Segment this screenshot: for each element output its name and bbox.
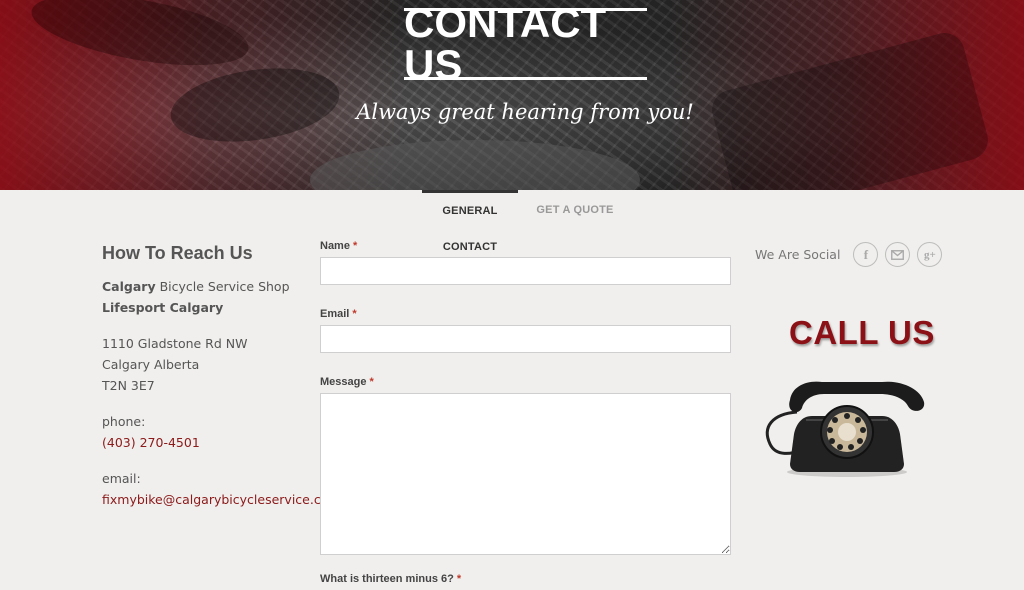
address-postal-code: T2N 3E7 — [102, 378, 155, 393]
social-links: We Are Social f g+ — [755, 242, 943, 267]
contact-tabs: GENERAL CONTACT GET A QUOTE — [0, 190, 1024, 253]
hero-title-frame: CONTACT US — [404, 2, 647, 86]
hero-subtitle: Always great hearing from you! — [356, 100, 694, 124]
email-field-group: Email * — [320, 308, 732, 353]
required-mark: * — [456, 573, 462, 585]
phone-link[interactable]: (403) 270-4501 — [102, 435, 200, 450]
address-line-1: 1110 Gladstone Rd NW — [102, 336, 248, 351]
message-textarea[interactable] — [320, 393, 731, 555]
how-to-reach-section: How To Reach Us Calgary Bicycle Service … — [102, 240, 341, 510]
name-label: Name * — [320, 240, 358, 252]
required-mark: * — [352, 308, 357, 320]
hero-bike-seat-shape-2 — [26, 0, 254, 79]
message-field-group: Message * — [320, 376, 732, 555]
address-line-2: Calgary Alberta — [102, 357, 200, 372]
tab-general-contact[interactable]: GENERAL CONTACT — [422, 190, 518, 253]
hero-wheel-shape — [310, 140, 640, 190]
call-us-heading: CALL US — [789, 314, 935, 351]
message-label: Message * — [320, 376, 374, 388]
contact-form: Name * Email * Message * What is thirtee… — [320, 240, 732, 590]
shop-name-rest: Bicycle Service Shop — [155, 279, 290, 294]
email-input[interactable] — [320, 325, 731, 353]
facebook-icon[interactable]: f — [853, 242, 879, 267]
email-label-form: Email * — [320, 308, 357, 320]
rotary-phone-icon — [765, 381, 925, 477]
captcha-field-group: What is thirteen minus 6? * — [320, 573, 732, 585]
shop-location: Lifesport Calgary — [102, 300, 224, 315]
shop-name-bold: Calgary — [102, 279, 156, 294]
required-mark: * — [353, 240, 358, 252]
email-link[interactable]: fixmybike@calgarybicycleservice.com — [102, 492, 341, 507]
hero-banner: CONTACT US Always great hearing from you… — [0, 0, 1024, 190]
tab-get-a-quote[interactable]: GET A QUOTE — [536, 190, 614, 226]
email-label: email: — [102, 471, 141, 486]
phone-label: phone: — [102, 414, 146, 429]
mail-icon[interactable] — [885, 242, 911, 267]
reach-heading: How To Reach Us — [102, 243, 253, 263]
google-plus-icon[interactable]: g+ — [917, 242, 943, 267]
social-label: We Are Social — [755, 247, 841, 262]
name-field-group: Name * — [320, 240, 732, 285]
page-title: CONTACT US — [404, 0, 607, 88]
hero-bike-seat-shape — [165, 58, 345, 152]
shop-name-line: Calgary Bicycle Service Shop — [102, 276, 317, 297]
name-input[interactable] — [320, 257, 731, 285]
hero-basket-shape — [707, 28, 993, 190]
required-mark: * — [369, 376, 374, 388]
captcha-label: What is thirteen minus 6? * — [320, 573, 462, 585]
